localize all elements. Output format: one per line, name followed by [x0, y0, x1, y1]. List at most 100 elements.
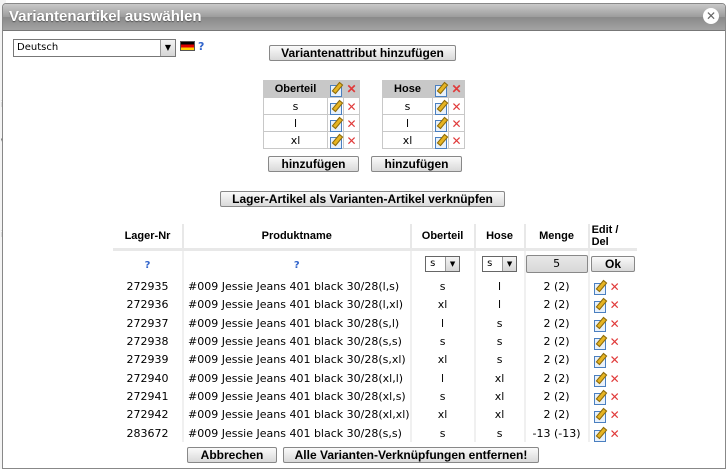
add-attribute-button[interactable]: Variantenattribut hinzufügen [269, 45, 456, 61]
hose-cell: s [474, 332, 526, 351]
attribute-value: xl [263, 131, 328, 149]
lager-nr-cell: 272940 [113, 368, 184, 388]
attribute-value: l [263, 114, 328, 132]
remove-all-links-button[interactable]: Alle Varianten-Verknüpfungen entfernen! [283, 447, 539, 463]
edit-icon[interactable] [329, 83, 342, 98]
help-icon[interactable]: ? [145, 260, 151, 271]
oberteil-cell: s [410, 387, 476, 406]
edit-icon[interactable] [593, 281, 606, 296]
lager-nr-cell: 272939 [113, 350, 184, 369]
cancel-button[interactable]: Abbrechen [187, 447, 277, 463]
language-select[interactable]: Deutsch ▼ [13, 39, 176, 57]
help-icon[interactable]: ? [294, 260, 300, 271]
delete-icon[interactable]: ✕ [452, 101, 462, 113]
attr-del-cell: ✕ [448, 80, 465, 98]
edit-icon[interactable] [434, 83, 447, 98]
oberteil-filter-value: s [430, 258, 436, 270]
lager-nr-cell: 272937 [113, 314, 184, 333]
lager-nr-cell: 272935 [113, 277, 184, 296]
column-header-menge: Menge [524, 224, 590, 251]
table-row: 272942 #009 Jessie Jeans 401 black 30/28(… [113, 405, 637, 424]
delete-icon[interactable]: ✕ [610, 428, 620, 440]
lager-nr-cell: 272941 [113, 387, 184, 406]
attribute-value: s [382, 97, 433, 115]
menge-cell: 2 (2) [524, 350, 590, 369]
menge-input-cell: 5 [524, 249, 590, 278]
table-row: 272938 #009 Jessie Jeans 401 black 30/28(… [113, 332, 637, 351]
delete-icon[interactable]: ✕ [610, 299, 620, 311]
delete-icon[interactable]: ✕ [452, 118, 462, 130]
produktname-cell: #009 Jessie Jeans 401 black 30/28(s,s) [183, 332, 412, 351]
edit-icon[interactable] [434, 101, 447, 115]
delete-icon[interactable]: ✕ [347, 135, 357, 147]
delete-icon[interactable]: ✕ [610, 281, 620, 293]
table-row: 272940 #009 Jessie Jeans 401 black 30/28(… [113, 368, 637, 388]
column-header-hose: Hose [474, 224, 526, 251]
delete-icon[interactable]: ✕ [610, 373, 620, 385]
edit-del-cell: ✕ [588, 277, 637, 296]
delete-icon[interactable]: ✕ [610, 318, 620, 330]
table-row: 272937 #009 Jessie Jeans 401 black 30/28(… [113, 314, 637, 333]
add-oberteil-value-button[interactable]: hinzufügen [268, 156, 359, 172]
lager-nr-help-cell: ? [113, 249, 184, 278]
edit-icon[interactable] [593, 336, 606, 351]
table-row: 272939 #009 Jessie Jeans 401 black 30/28(… [113, 350, 637, 369]
oberteil-cell: l [410, 314, 476, 333]
edit-icon[interactable] [593, 318, 606, 332]
attr-edit-cell [327, 114, 344, 132]
ok-button[interactable]: Ok [591, 256, 636, 273]
add-hose-value-button[interactable]: hinzufügen [371, 156, 462, 172]
hose-filter-select[interactable]: s ▼ [482, 256, 518, 273]
close-icon[interactable]: ✕ [703, 8, 719, 24]
edit-icon[interactable] [593, 391, 606, 405]
attr-del-cell: ✕ [343, 97, 360, 115]
delete-icon[interactable]: ✕ [347, 101, 357, 113]
edit-icon[interactable] [434, 118, 447, 132]
attr-del-cell: ✕ [343, 80, 360, 98]
edit-del-cell: ✕ [588, 387, 637, 406]
menge-cell: -13 (-13) [524, 423, 590, 443]
chevron-down-icon: ▼ [445, 257, 460, 272]
edit-icon[interactable] [329, 135, 342, 149]
edit-icon[interactable] [329, 101, 342, 115]
attr-edit-cell [327, 131, 344, 149]
edit-icon[interactable] [593, 299, 606, 314]
hose-cell: s [474, 314, 526, 333]
edit-icon[interactable] [593, 373, 606, 387]
oberteil-filter-cell: s ▼ [410, 249, 476, 278]
edit-icon[interactable] [434, 135, 447, 149]
link-stock-button[interactable]: Lager-Artikel als Varianten-Artikel verk… [220, 191, 505, 207]
delete-icon[interactable]: ✕ [347, 83, 357, 95]
attr-edit-cell [432, 131, 449, 149]
menge-input[interactable]: 5 [525, 255, 588, 274]
chevron-down-icon: ▼ [160, 40, 175, 56]
delete-icon[interactable]: ✕ [347, 118, 357, 130]
oberteil-cell: l [410, 368, 476, 388]
edit-icon[interactable] [329, 118, 342, 132]
delete-icon[interactable]: ✕ [610, 354, 620, 366]
table-row: 283672 #009 Jessie Jeans 401 black 30/28(… [113, 423, 637, 443]
hose-cell: s [474, 423, 526, 443]
attr-del-cell: ✕ [448, 131, 465, 149]
delete-icon[interactable]: ✕ [610, 391, 620, 403]
attr-edit-cell [432, 80, 449, 98]
edit-del-cell: ✕ [588, 423, 637, 443]
oberteil-filter-select[interactable]: s ▼ [425, 256, 461, 273]
dialog-titlebar[interactable]: Variantenartikel auswählen ✕ [3, 4, 725, 31]
hose-cell: s [474, 350, 526, 369]
attribute-value: s [263, 97, 328, 115]
language-selected: Deutsch [17, 42, 59, 53]
produktname-help-cell: ? [183, 249, 412, 278]
delete-icon[interactable]: ✕ [452, 135, 462, 147]
delete-icon[interactable]: ✕ [452, 83, 462, 95]
delete-icon[interactable]: ✕ [610, 409, 620, 421]
produktname-cell: #009 Jessie Jeans 401 black 30/28(s,xl) [183, 350, 412, 369]
attribute-header: Oberteil [263, 80, 328, 98]
delete-icon[interactable]: ✕ [610, 336, 620, 348]
attribute-value: xl [382, 131, 433, 149]
help-icon[interactable]: ? [198, 40, 204, 53]
edit-icon[interactable] [593, 409, 606, 424]
dialog-title: Variantenartikel auswählen [9, 8, 202, 25]
edit-icon[interactable] [593, 428, 606, 442]
edit-icon[interactable] [593, 354, 606, 369]
